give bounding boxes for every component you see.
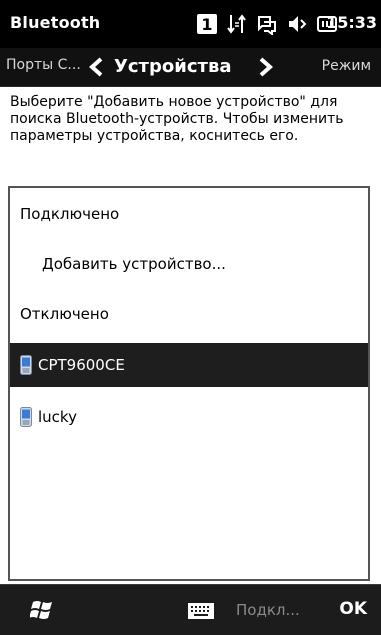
windows-start-icon[interactable] <box>30 598 56 622</box>
instruction-text: Выберите "Добавить новое устройство" для… <box>10 94 344 144</box>
chevron-right-icon[interactable] <box>258 56 274 78</box>
device-list[interactable]: Подключено Добавить устройство... Отключ… <box>8 186 370 581</box>
device-name: lucky <box>38 408 77 426</box>
add-device-item[interactable]: Добавить устройство... <box>10 242 368 286</box>
phone-icon <box>20 355 32 375</box>
app-title: Bluetooth <box>10 13 101 32</box>
softkey-bar: Подкл... OK <box>0 584 381 635</box>
device-item-cpt9600ce[interactable]: CPT9600CE <box>10 343 368 387</box>
device-item-lucky[interactable]: lucky <box>10 395 368 439</box>
tab-com-ports[interactable]: Порты С... <box>6 57 81 73</box>
connected-section-header: Подключено <box>20 205 120 223</box>
data-connection-icon <box>227 14 246 34</box>
clock[interactable]: 15:33 <box>326 13 377 32</box>
ok-button[interactable]: OK <box>339 599 367 619</box>
status-icons[interactable]: 1 <box>196 12 338 36</box>
status-bar: Bluetooth 1 15:33 <box>0 0 381 48</box>
notification-count-text: 1 <box>201 15 212 34</box>
tab-header: Порты С... Устройства Режим <box>0 48 381 87</box>
volume-icon <box>289 16 307 32</box>
tab-mode[interactable]: Режим <box>322 58 371 74</box>
notification-count-icon[interactable]: 1 <box>196 13 218 35</box>
phone-icon <box>20 407 32 427</box>
keyboard-icon[interactable] <box>188 603 214 619</box>
tab-devices[interactable]: Устройства <box>114 56 231 77</box>
network-icon <box>258 16 276 35</box>
disconnected-section-header: Отключено <box>20 305 109 323</box>
connect-softkey[interactable]: Подкл... <box>236 601 300 619</box>
chevron-left-icon[interactable] <box>88 56 104 78</box>
device-name: CPT9600CE <box>38 356 125 374</box>
